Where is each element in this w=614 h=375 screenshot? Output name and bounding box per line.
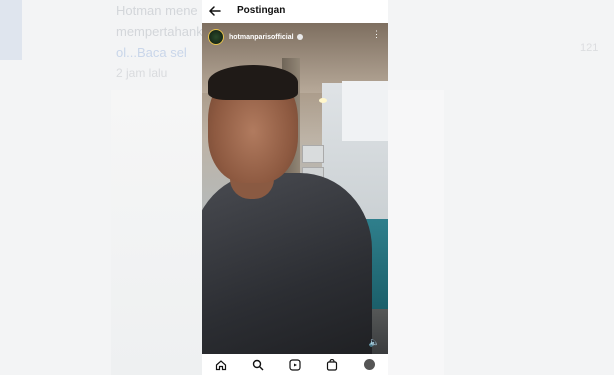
background-meta: 2 jam lalu (116, 66, 168, 80)
arrow-left-icon[interactable] (208, 4, 222, 18)
post-header: hotmanparisofficial (208, 29, 303, 45)
user-avatar[interactable] (208, 29, 224, 45)
shop-icon[interactable] (325, 358, 339, 372)
username[interactable]: hotmanparisofficial (229, 34, 294, 41)
search-icon[interactable] (251, 358, 265, 372)
top-bar: Postingan (202, 0, 388, 23)
speaker-icon[interactable]: 🔈 (369, 337, 380, 348)
background-sidebar (0, 0, 22, 60)
scene-light (319, 98, 327, 103)
scene-ac-unit (302, 145, 324, 163)
more-vertical-icon[interactable]: ⋮ (372, 30, 381, 39)
background-count: 121 (580, 42, 599, 54)
page-title: Postingan (237, 5, 286, 16)
reels-icon[interactable] (288, 358, 302, 372)
background-media-left (111, 90, 207, 375)
bottom-nav (202, 354, 388, 375)
person-robe (202, 173, 372, 354)
home-icon[interactable] (214, 358, 228, 372)
verified-badge-icon (296, 34, 303, 40)
post-video[interactable]: hotmanparisofficial ⋮ 🔈 (202, 23, 388, 354)
scene-roof (342, 81, 388, 141)
profile-avatar[interactable] (362, 358, 376, 372)
person-hair (208, 65, 298, 100)
background-media-right (388, 90, 444, 375)
instagram-post-view: Postingan hotmanparisofficial ⋮ 🔈 (202, 0, 388, 375)
